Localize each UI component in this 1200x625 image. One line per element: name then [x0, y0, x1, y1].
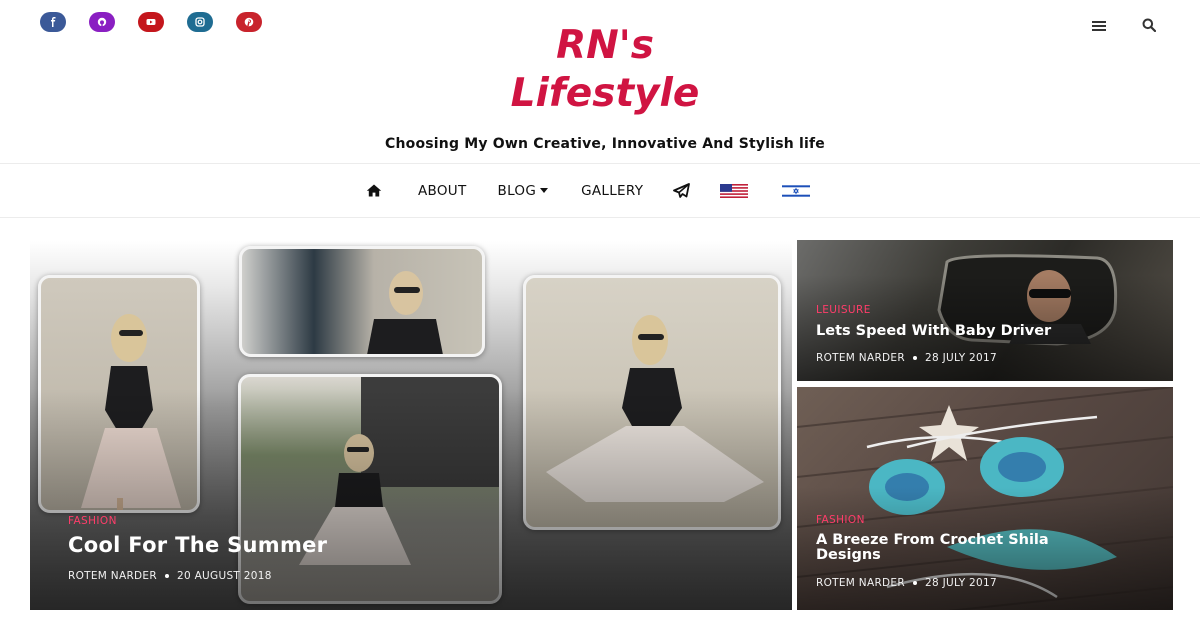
main-navigation: ABOUT BLOG GALLERY	[0, 163, 1200, 218]
us-flag-icon[interactable]	[720, 183, 749, 198]
site-logo[interactable]: RN's Lifestyle	[0, 22, 1200, 118]
separator-dot	[912, 581, 917, 585]
home-icon[interactable]	[366, 184, 382, 197]
post-meta: ROTEM NARDER 28 JULY 2017	[816, 352, 997, 364]
featured-post-side[interactable]: FASHION A Breeze From Crochet Shila Desi…	[797, 387, 1173, 610]
nav-gallery[interactable]: GALLERY	[581, 183, 643, 199]
post-category[interactable]: LEUISURE	[816, 304, 871, 316]
post-meta: ROTEM NARDER 20 AUGUST 2018	[68, 570, 272, 582]
post-category[interactable]: FASHION	[68, 515, 117, 527]
logo-line-2: Lifestyle	[510, 71, 700, 116]
logo-line-1: RN's	[556, 23, 654, 68]
site-tagline: Choosing My Own Creative, Innovative And…	[385, 136, 825, 152]
featured-post-side[interactable]: LEUISURE Lets Speed With Baby Driver ROT…	[797, 240, 1173, 381]
post-author[interactable]: ROTEM NARDER	[816, 352, 905, 364]
post-date: 28 JULY 2017	[924, 577, 997, 589]
post-category[interactable]: FASHION	[816, 514, 865, 526]
separator-dot	[164, 574, 169, 578]
post-title[interactable]: Lets Speed With Baby Driver	[816, 323, 1051, 339]
post-date: 20 AUGUST 2018	[176, 570, 272, 582]
post-author[interactable]: ROTEM NARDER	[68, 570, 157, 582]
collage-photo	[239, 246, 485, 357]
post-title[interactable]: Cool For The Summer	[68, 533, 327, 557]
post-title[interactable]: A Breeze From Crochet Shila Designs	[816, 533, 1106, 563]
post-meta: ROTEM NARDER 28 JULY 2017	[816, 577, 997, 589]
nav-about[interactable]: ABOUT	[418, 183, 467, 199]
israel-flag-icon[interactable]	[782, 183, 811, 198]
nav-blog[interactable]: BLOG	[498, 183, 549, 199]
post-author[interactable]: ROTEM NARDER	[816, 577, 905, 589]
featured-post-main[interactable]: FASHION Cool For The Summer ROTEM NARDER…	[30, 241, 792, 610]
chevron-down-icon	[540, 188, 549, 193]
post-date: 28 JULY 2017	[924, 352, 997, 364]
separator-dot	[912, 356, 917, 360]
paper-plane-icon[interactable]	[673, 183, 691, 198]
nav-blog-label: BLOG	[497, 182, 537, 199]
